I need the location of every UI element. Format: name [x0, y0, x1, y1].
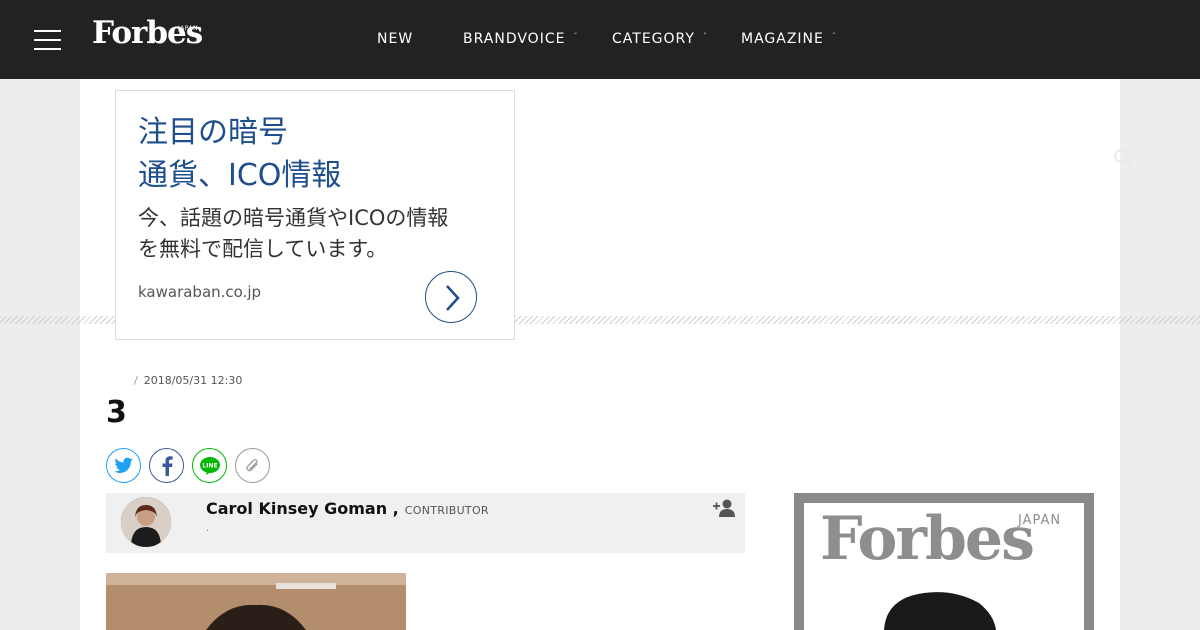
- link-icon: [245, 458, 258, 471]
- ad-url[interactable]: kawaraban.co.jp: [138, 283, 261, 301]
- copy-link-button[interactable]: [235, 448, 270, 483]
- follow-author-icon[interactable]: [712, 498, 738, 520]
- menu-icon[interactable]: [34, 30, 61, 50]
- forbes-logo[interactable]: Forbes: [92, 18, 203, 49]
- avatar[interactable]: [121, 497, 171, 547]
- chevron-down-icon: ˇ: [573, 32, 579, 41]
- ad-banner[interactable]: 注目の暗号 通貨、ICO情報 今、話題の暗号通貨やICOの情報 を無料で配信して…: [115, 90, 515, 340]
- article-date: 2018/05/31 12:30: [143, 374, 243, 387]
- line-icon-label: LINE: [202, 462, 217, 469]
- author-box: Carol Kinsey Goman , CONTRIBUTOR .: [106, 493, 745, 553]
- author-name[interactable]: Carol Kinsey Goman , CONTRIBUTOR: [206, 499, 489, 518]
- chevron-down-icon: ˇ: [702, 32, 708, 41]
- logo-subtitle: JAPAN: [178, 25, 199, 32]
- ad-body: 今、話題の暗号通貨やICOの情報 を無料で配信しています。: [138, 206, 449, 261]
- site-header: Forbes JAPAN NEW BRANDVOICE ˇ CATEGORY ˇ M…: [0, 0, 1200, 79]
- article-image: [106, 573, 406, 630]
- search-icon[interactable]: [1113, 148, 1133, 168]
- nav-item-magazine[interactable]: MAGAZINE ˇ: [741, 31, 837, 47]
- share-facebook-button[interactable]: [149, 448, 184, 483]
- article-title: 3: [106, 395, 127, 430]
- author-note: .: [206, 523, 210, 534]
- facebook-icon: [162, 455, 173, 476]
- twitter-icon: [113, 457, 133, 473]
- chevron-down-icon: ˇ: [831, 32, 837, 41]
- ad-title: 注目の暗号 通貨、ICO情報: [138, 115, 342, 193]
- nav-item-new[interactable]: NEW: [377, 31, 413, 47]
- author-role: CONTRIBUTOR: [404, 504, 489, 517]
- arrow-right-icon[interactable]: [425, 271, 477, 323]
- share-twitter-button[interactable]: [106, 448, 141, 483]
- article-meta: /2018/05/31 12:30: [134, 374, 243, 387]
- nav-item-brandvoice[interactable]: BRANDVOICE ˇ: [463, 31, 578, 47]
- share-line-button[interactable]: LINE: [192, 448, 227, 483]
- cover-portrait: [884, 592, 996, 630]
- nav-item-category[interactable]: CATEGORY ˇ: [612, 31, 708, 47]
- line-icon: LINE: [199, 456, 220, 475]
- magazine-cover[interactable]: Forbes JAPAN: [794, 493, 1094, 630]
